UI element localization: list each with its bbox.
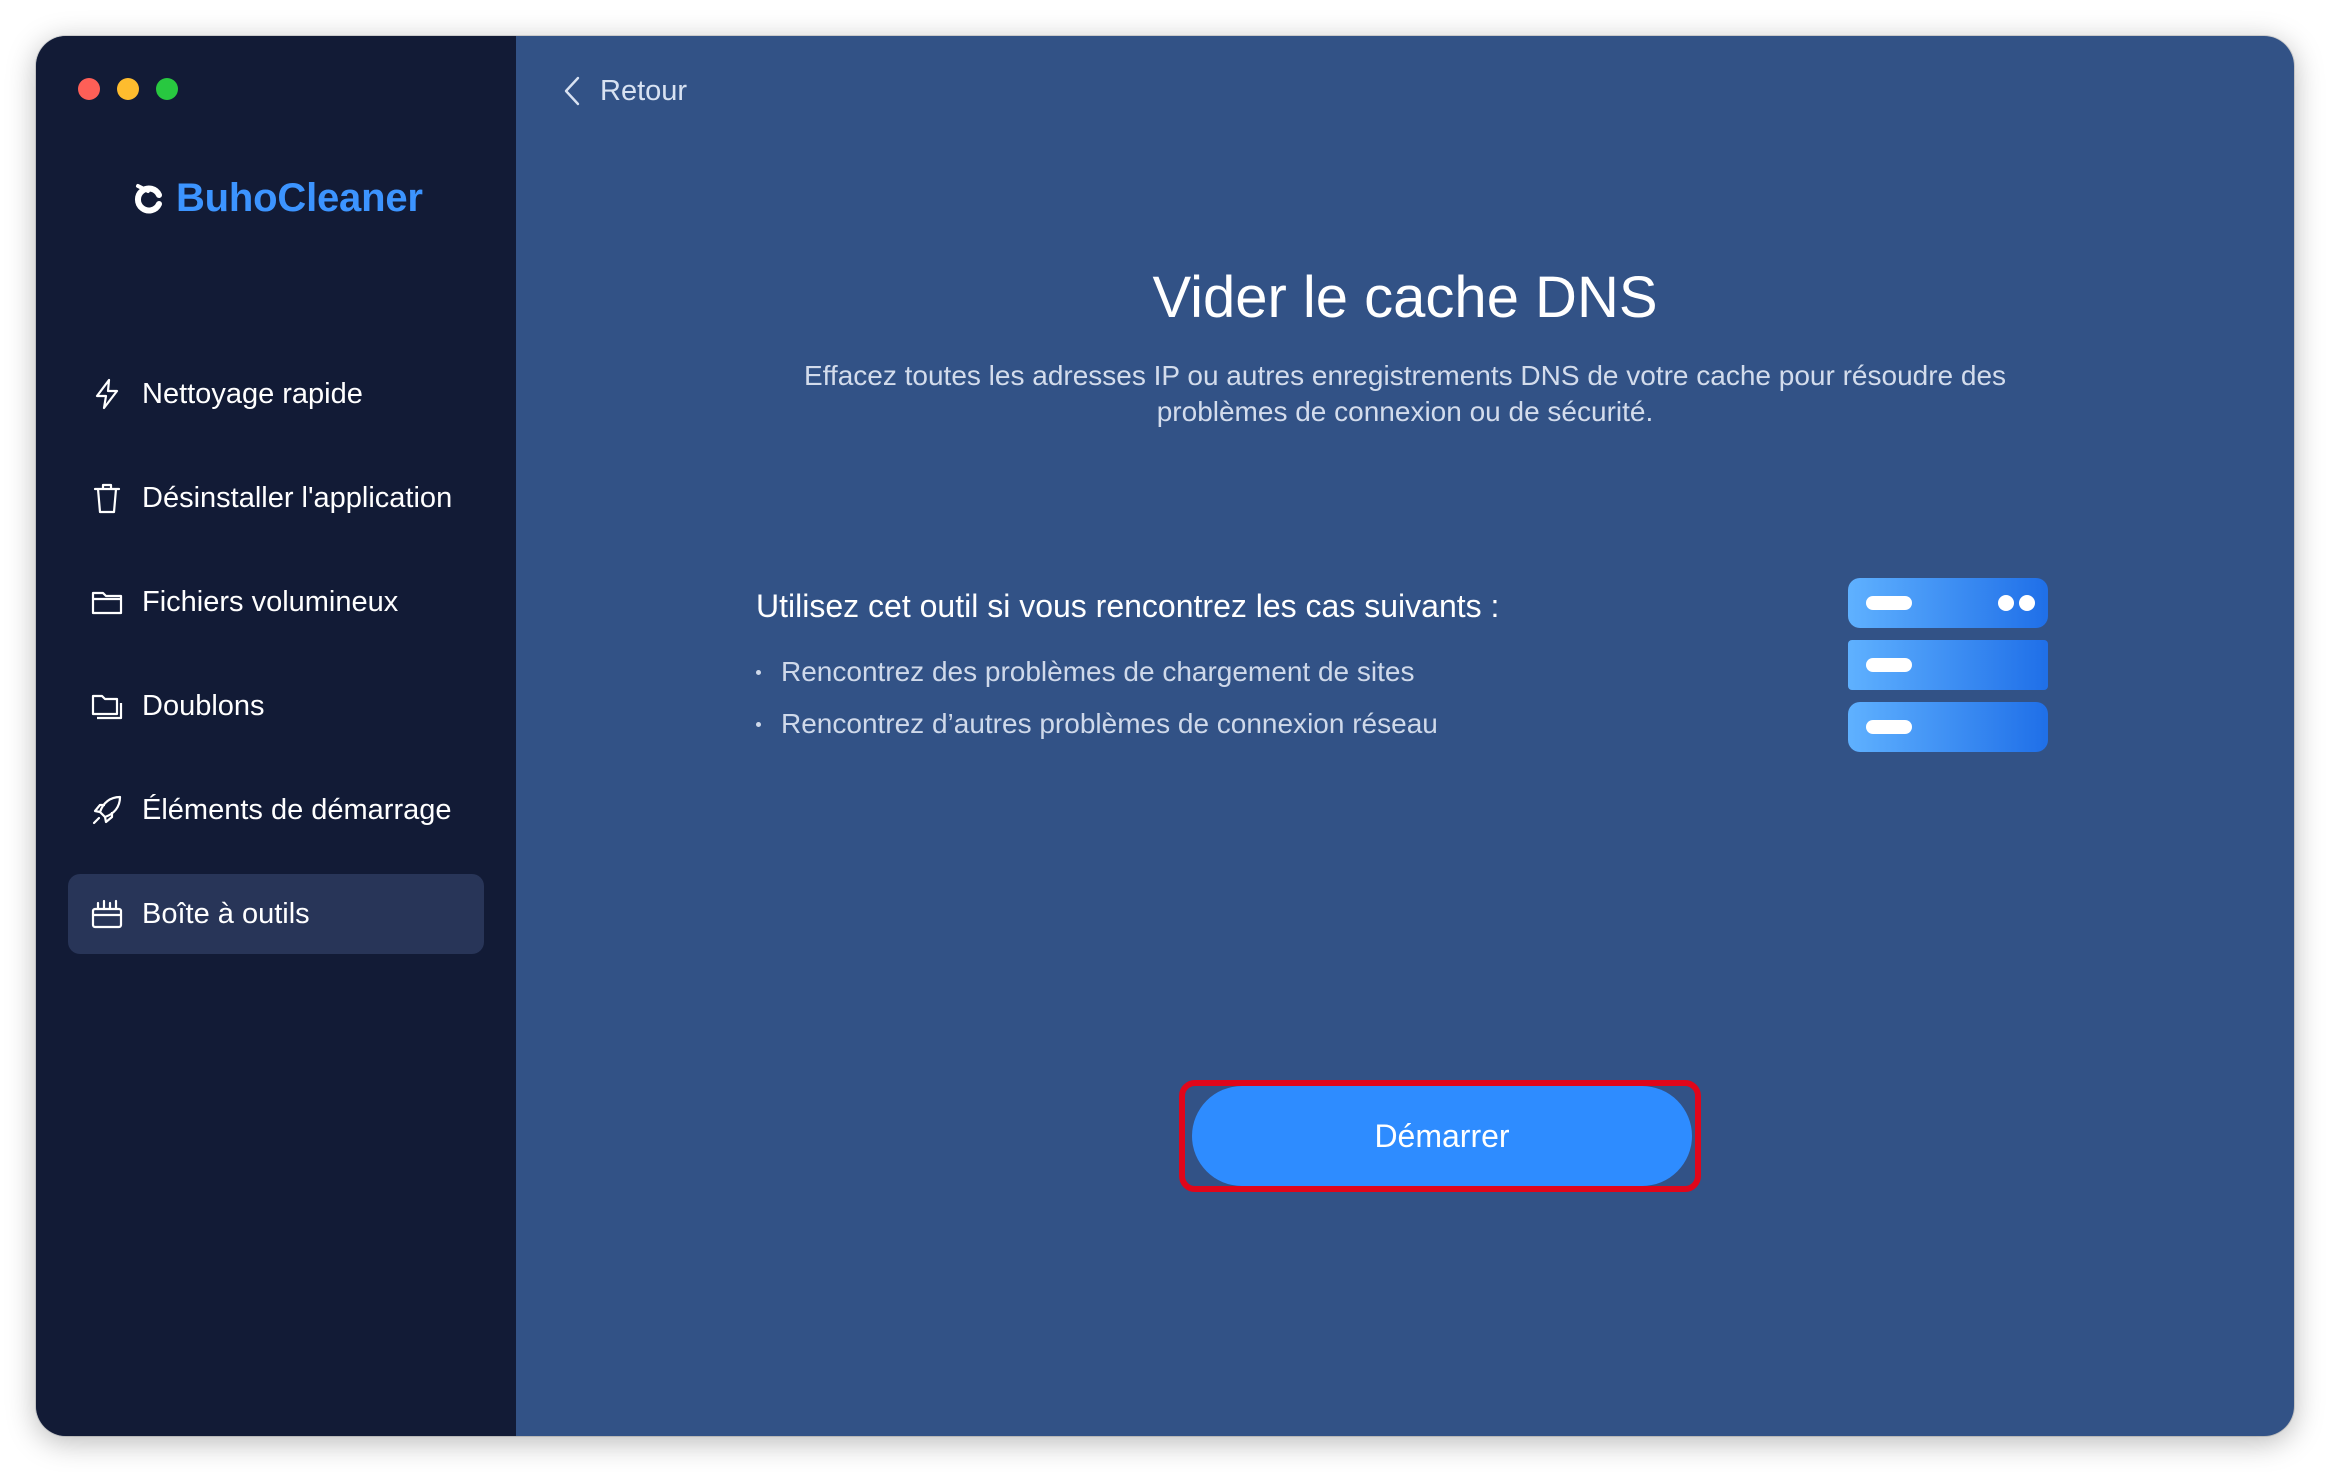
sidebar: BuhoCleaner Nettoyage rapide Désinstalle…	[36, 36, 516, 1436]
list-item: Rencontrez d’autres problèmes de connexi…	[756, 698, 1438, 750]
cases-title: Utilisez cet outil si vous rencontrez le…	[756, 588, 1500, 624]
sidebar-item-elements-demarrage[interactable]: Éléments de démarrage	[68, 770, 484, 850]
chevron-left-icon	[564, 76, 580, 106]
folder-icon	[90, 585, 124, 619]
cases-list: Rencontrez des problèmes de chargement d…	[756, 646, 1438, 750]
page-title: Vider le cache DNS	[1152, 265, 1658, 330]
sidebar-item-label: Désinstaller l'application	[142, 481, 453, 514]
dns-server-icon	[1848, 578, 2048, 752]
buhocleaner-logo-icon	[134, 183, 162, 213]
case-text: Rencontrez des problèmes de chargement d…	[781, 656, 1415, 687]
brand-name: BuhoCleaner	[176, 176, 423, 220]
lightning-icon	[90, 377, 124, 411]
back-button[interactable]: Retour	[560, 74, 687, 108]
sidebar-nav: Nettoyage rapide Désinstaller l'applicat…	[68, 354, 484, 978]
sidebar-item-desinstaller[interactable]: Désinstaller l'application	[68, 458, 484, 538]
minimize-window-button[interactable]	[117, 78, 139, 100]
zoom-window-button[interactable]	[156, 78, 178, 100]
sidebar-item-label: Nettoyage rapide	[142, 377, 363, 410]
close-window-button[interactable]	[78, 78, 100, 100]
sidebar-item-label: Fichiers volumineux	[142, 585, 399, 618]
brand: BuhoCleaner	[132, 176, 423, 221]
rocket-icon	[90, 793, 124, 827]
list-item: Rencontrez des problèmes de chargement d…	[756, 646, 1438, 698]
traffic-lights	[78, 78, 178, 100]
sidebar-item-label: Boîte à outils	[142, 897, 310, 930]
trash-icon	[90, 481, 124, 515]
page-subtitle: Effacez toutes les adresses IP ou autres…	[803, 360, 2007, 427]
bullet-icon	[756, 669, 761, 675]
duplicate-folder-icon	[90, 689, 124, 723]
start-button[interactable]: Démarrer	[1192, 1086, 1692, 1186]
back-label: Retour	[600, 74, 688, 107]
sidebar-item-nettoyage-rapide[interactable]: Nettoyage rapide	[68, 354, 484, 434]
sidebar-item-boite-outils[interactable]: Boîte à outils	[68, 874, 484, 954]
main-panel: Retour Vider le cache DNS Effacez toutes…	[516, 36, 2294, 1436]
bullet-icon	[756, 721, 761, 727]
sidebar-item-doublons[interactable]: Doublons	[68, 666, 484, 746]
sidebar-item-fichiers-volumineux[interactable]: Fichiers volumineux	[68, 562, 484, 642]
app-window: BuhoCleaner Nettoyage rapide Désinstalle…	[36, 36, 2294, 1436]
sidebar-item-label: Doublons	[142, 689, 265, 722]
case-text: Rencontrez d’autres problèmes de connexi…	[781, 708, 1438, 739]
toolbox-icon	[90, 897, 124, 931]
sidebar-item-label: Éléments de démarrage	[142, 793, 452, 826]
